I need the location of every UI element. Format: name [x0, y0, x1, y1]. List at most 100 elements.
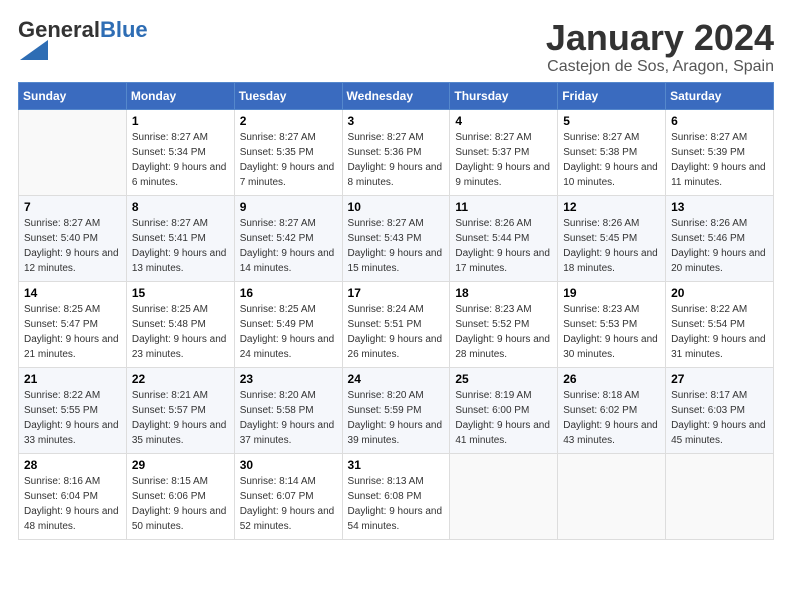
calendar-cell	[450, 453, 558, 539]
day-info: Sunrise: 8:22 AMSunset: 5:55 PMDaylight:…	[24, 388, 121, 448]
calendar-cell: 25Sunrise: 8:19 AMSunset: 6:00 PMDayligh…	[450, 367, 558, 453]
day-number: 15	[132, 286, 229, 300]
day-info: Sunrise: 8:26 AMSunset: 5:45 PMDaylight:…	[563, 216, 660, 276]
logo: GeneralBlue	[18, 18, 148, 64]
day-number: 6	[671, 114, 768, 128]
calendar-cell: 28Sunrise: 8:16 AMSunset: 6:04 PMDayligh…	[19, 453, 127, 539]
calendar-week-row: 28Sunrise: 8:16 AMSunset: 6:04 PMDayligh…	[19, 453, 774, 539]
day-info: Sunrise: 8:26 AMSunset: 5:44 PMDaylight:…	[455, 216, 552, 276]
day-number: 3	[348, 114, 445, 128]
calendar-cell: 19Sunrise: 8:23 AMSunset: 5:53 PMDayligh…	[558, 281, 666, 367]
logo-text: GeneralBlue	[18, 18, 148, 42]
day-number: 13	[671, 200, 768, 214]
calendar-cell: 8Sunrise: 8:27 AMSunset: 5:41 PMDaylight…	[126, 195, 234, 281]
calendar-week-row: 14 Sunrise: 8:25 AMSunset: 5:47 PMDayligh…	[19, 281, 774, 367]
day-info: Sunrise: 8:20 AMSunset: 5:59 PMDaylight:…	[348, 388, 445, 448]
weekday-header-friday: Friday	[558, 82, 666, 109]
calendar-week-row: 1 Sunrise: 8:27 AMSunset: 5:34 PMDaylight…	[19, 109, 774, 195]
calendar-week-row: 7 Sunrise: 8:27 AMSunset: 5:40 PMDaylight…	[19, 195, 774, 281]
day-number: 14	[24, 286, 121, 300]
day-number: 28	[24, 458, 121, 472]
calendar-cell: 20 Sunrise: 8:22 AMSunset: 5:54 PMDayligh…	[666, 281, 774, 367]
calendar-cell: 2 Sunrise: 8:27 AMSunset: 5:35 PMDaylight…	[234, 109, 342, 195]
calendar-cell: 14 Sunrise: 8:25 AMSunset: 5:47 PMDayligh…	[19, 281, 127, 367]
page: GeneralBlue January 2024 Castejon de Sos…	[0, 0, 792, 612]
day-number: 1	[132, 114, 229, 128]
weekday-header-monday: Monday	[126, 82, 234, 109]
day-info: Sunrise: 8:19 AMSunset: 6:00 PMDaylight:…	[455, 388, 552, 448]
day-info: Sunrise: 8:27 AMSunset: 5:42 PMDaylight:…	[240, 216, 337, 276]
day-number: 26	[563, 372, 660, 386]
day-number: 17	[348, 286, 445, 300]
day-number: 19	[563, 286, 660, 300]
calendar-cell: 6 Sunrise: 8:27 AMSunset: 5:39 PMDaylight…	[666, 109, 774, 195]
calendar-cell: 9 Sunrise: 8:27 AMSunset: 5:42 PMDaylight…	[234, 195, 342, 281]
day-info: Sunrise: 8:24 AMSunset: 5:51 PMDaylight:…	[348, 302, 445, 362]
day-number: 31	[348, 458, 445, 472]
day-number: 20	[671, 286, 768, 300]
header: GeneralBlue January 2024 Castejon de Sos…	[18, 18, 774, 76]
day-info: Sunrise: 8:27 AMSunset: 5:40 PMDaylight:…	[24, 216, 121, 276]
day-info: Sunrise: 8:27 AMSunset: 5:38 PMDaylight:…	[563, 130, 660, 190]
day-info: Sunrise: 8:23 AMSunset: 5:52 PMDaylight:…	[455, 302, 552, 362]
day-number: 2	[240, 114, 337, 128]
calendar-cell: 15 Sunrise: 8:25 AMSunset: 5:48 PMDayligh…	[126, 281, 234, 367]
day-number: 24	[348, 372, 445, 386]
calendar-cell: 1 Sunrise: 8:27 AMSunset: 5:34 PMDaylight…	[126, 109, 234, 195]
day-number: 21	[24, 372, 121, 386]
day-info: Sunrise: 8:26 AMSunset: 5:46 PMDaylight:…	[671, 216, 768, 276]
day-info: Sunrise: 8:25 AMSunset: 5:48 PMDaylight:…	[132, 302, 229, 362]
weekday-header-tuesday: Tuesday	[234, 82, 342, 109]
day-info: Sunrise: 8:15 AMSunset: 6:06 PMDaylight:…	[132, 474, 229, 534]
calendar-cell	[666, 453, 774, 539]
day-info: Sunrise: 8:17 AMSunset: 6:03 PMDaylight:…	[671, 388, 768, 448]
calendar-cell: 17 Sunrise: 8:24 AMSunset: 5:51 PMDayligh…	[342, 281, 450, 367]
day-info: Sunrise: 8:27 AMSunset: 5:34 PMDaylight:…	[132, 130, 229, 190]
day-info: Sunrise: 8:27 AMSunset: 5:35 PMDaylight:…	[240, 130, 337, 190]
day-number: 22	[132, 372, 229, 386]
title-block: January 2024 Castejon de Sos, Aragon, Sp…	[546, 18, 774, 76]
calendar-cell: 13 Sunrise: 8:26 AMSunset: 5:46 PMDayligh…	[666, 195, 774, 281]
day-number: 18	[455, 286, 552, 300]
day-number: 11	[455, 200, 552, 214]
calendar-cell: 5 Sunrise: 8:27 AMSunset: 5:38 PMDaylight…	[558, 109, 666, 195]
day-info: Sunrise: 8:13 AMSunset: 6:08 PMDaylight:…	[348, 474, 445, 534]
day-info: Sunrise: 8:27 AMSunset: 5:36 PMDaylight:…	[348, 130, 445, 190]
day-number: 9	[240, 200, 337, 214]
day-number: 7	[24, 200, 121, 214]
day-info: Sunrise: 8:27 AMSunset: 5:37 PMDaylight:…	[455, 130, 552, 190]
logo-general: General	[18, 17, 100, 42]
calendar-cell: 12Sunrise: 8:26 AMSunset: 5:45 PMDayligh…	[558, 195, 666, 281]
weekday-header-sunday: Sunday	[19, 82, 127, 109]
day-number: 23	[240, 372, 337, 386]
day-info: Sunrise: 8:21 AMSunset: 5:57 PMDaylight:…	[132, 388, 229, 448]
calendar-cell: 16Sunrise: 8:25 AMSunset: 5:49 PMDayligh…	[234, 281, 342, 367]
calendar-cell: 30Sunrise: 8:14 AMSunset: 6:07 PMDayligh…	[234, 453, 342, 539]
calendar-cell: 21 Sunrise: 8:22 AMSunset: 5:55 PMDayligh…	[19, 367, 127, 453]
calendar-cell: 11 Sunrise: 8:26 AMSunset: 5:44 PMDayligh…	[450, 195, 558, 281]
calendar-cell: 29Sunrise: 8:15 AMSunset: 6:06 PMDayligh…	[126, 453, 234, 539]
day-info: Sunrise: 8:22 AMSunset: 5:54 PMDaylight:…	[671, 302, 768, 362]
day-info: Sunrise: 8:27 AMSunset: 5:43 PMDaylight:…	[348, 216, 445, 276]
calendar-cell: 22 Sunrise: 8:21 AMSunset: 5:57 PMDayligh…	[126, 367, 234, 453]
calendar-cell: 31 Sunrise: 8:13 AMSunset: 6:08 PMDayligh…	[342, 453, 450, 539]
calendar-table: SundayMondayTuesdayWednesdayThursdayFrid…	[18, 82, 774, 540]
day-number: 27	[671, 372, 768, 386]
weekday-header-thursday: Thursday	[450, 82, 558, 109]
weekday-header-saturday: Saturday	[666, 82, 774, 109]
logo-blue: Blue	[100, 17, 148, 42]
calendar-week-row: 21 Sunrise: 8:22 AMSunset: 5:55 PMDayligh…	[19, 367, 774, 453]
day-info: Sunrise: 8:25 AMSunset: 5:47 PMDaylight:…	[24, 302, 121, 362]
calendar-cell: 18 Sunrise: 8:23 AMSunset: 5:52 PMDayligh…	[450, 281, 558, 367]
title-location: Castejon de Sos, Aragon, Spain	[546, 58, 774, 76]
title-month: January 2024	[546, 18, 774, 58]
day-info: Sunrise: 8:18 AMSunset: 6:02 PMDaylight:…	[563, 388, 660, 448]
day-info: Sunrise: 8:25 AMSunset: 5:49 PMDaylight:…	[240, 302, 337, 362]
calendar-cell: 3 Sunrise: 8:27 AMSunset: 5:36 PMDaylight…	[342, 109, 450, 195]
calendar-cell: 4Sunrise: 8:27 AMSunset: 5:37 PMDaylight…	[450, 109, 558, 195]
day-number: 10	[348, 200, 445, 214]
day-number: 5	[563, 114, 660, 128]
day-number: 30	[240, 458, 337, 472]
calendar-cell: 27 Sunrise: 8:17 AMSunset: 6:03 PMDayligh…	[666, 367, 774, 453]
day-info: Sunrise: 8:27 AMSunset: 5:39 PMDaylight:…	[671, 130, 768, 190]
